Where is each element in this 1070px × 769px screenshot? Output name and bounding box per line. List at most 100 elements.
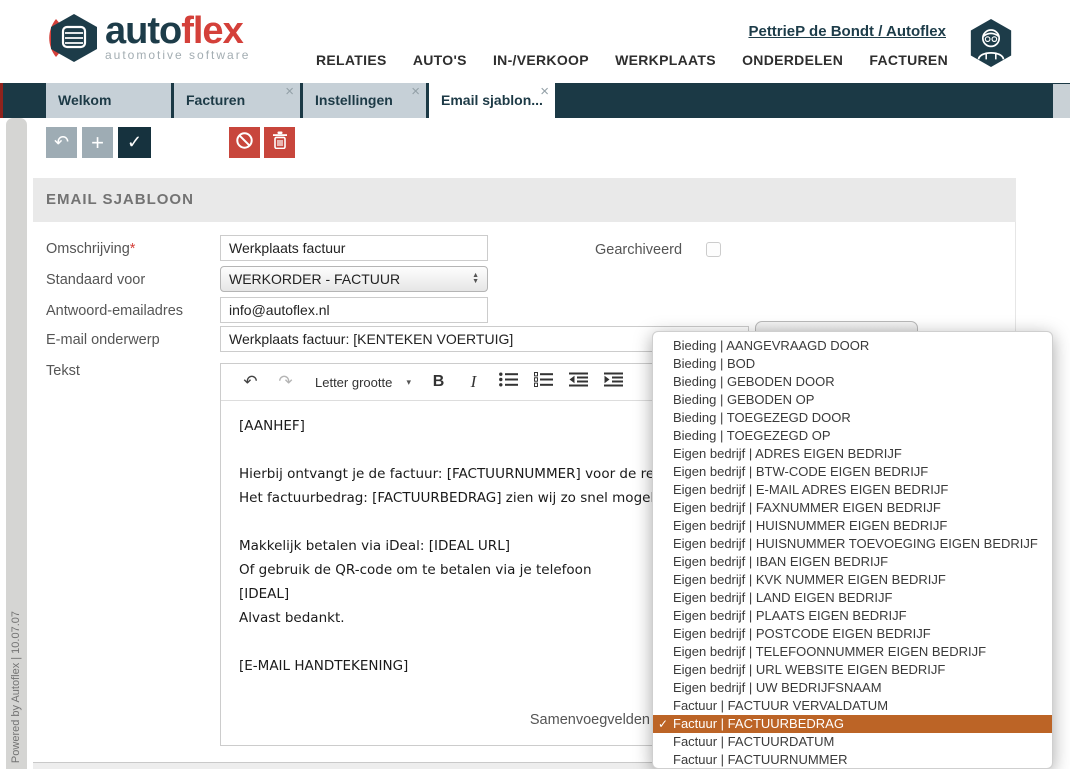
dropdown-option-factuur-factuur-vervaldatum[interactable]: Factuur | FACTUUR VERVALDATUM (653, 697, 1052, 715)
tekst-label: Tekst (46, 363, 80, 379)
record-danger-actions (229, 127, 295, 158)
dropdown-option-eigen-bedrijf-e-mail-adres-eigen-bedrijf[interactable]: Eigen bedrijf | E-MAIL ADRES EIGEN BEDRI… (653, 481, 1052, 499)
trash-icon (272, 131, 288, 154)
editor-undo-button[interactable]: ↶ (233, 364, 268, 400)
bold-icon: B (433, 373, 445, 391)
dropdown-option-factuur-factuurnummer[interactable]: Factuur | FACTUURNUMMER (653, 751, 1052, 769)
select-arrows-icon: ▲▼ (472, 273, 479, 285)
dropdown-option-eigen-bedrijf-btw-code-eigen-bedrijf[interactable]: Eigen bedrijf | BTW-CODE EIGEN BEDRIJF (653, 463, 1052, 481)
main-nav: RELATIES AUTO'S IN-/VERKOOP WERKPLAATS ONDER… (316, 52, 948, 68)
dropdown-option-label: Factuur | FACTUUR VERVALDATUM (673, 698, 888, 713)
tab-bar: WelkomFacturen×Instellingen×Email sjablo… (0, 83, 1070, 118)
dropdown-option-bieding-bod[interactable]: Bieding | BOD (653, 355, 1052, 373)
tab-welkom[interactable]: Welkom (46, 83, 171, 118)
dropdown-option-eigen-bedrijf-huisnummer-toevoeging-eigen-bedrijf[interactable]: Eigen bedrijf | HUISNUMMER TOEVOEGING EI… (653, 535, 1052, 553)
logo-text: autoflex automotive software (105, 12, 250, 62)
numbered-list-button[interactable] (526, 364, 561, 400)
required-asterisk: * (130, 241, 136, 257)
standaard-voor-value: WERKORDER - FACTUUR (229, 271, 400, 287)
dropdown-option-label: Eigen bedrijf | BTW-CODE EIGEN BEDRIJF (673, 464, 928, 479)
dropdown-option-label: Eigen bedrijf | PLAATS EIGEN BEDRIJF (673, 608, 907, 623)
dropdown-option-label: Eigen bedrijf | E-MAIL ADRES EIGEN BEDRI… (673, 482, 948, 497)
dropdown-option-label: Eigen bedrijf | TELEFOONNUMMER EIGEN BED… (673, 644, 986, 659)
dropdown-option-eigen-bedrijf-land-eigen-bedrijf[interactable]: Eigen bedrijf | LAND EIGEN BEDRIJF (653, 589, 1052, 607)
dropdown-option-label: Eigen bedrijf | UW BEDRIJFSNAAM (673, 680, 882, 695)
back-button[interactable]: ↶ (46, 127, 77, 158)
user-avatar[interactable] (967, 18, 1015, 73)
dropdown-option-eigen-bedrijf-url-website-eigen-bedrijf[interactable]: Eigen bedrijf | URL WEBSITE EIGEN BEDRIJ… (653, 661, 1052, 679)
tab-instellingen[interactable]: Instellingen× (303, 83, 426, 118)
close-icon[interactable]: × (411, 83, 420, 100)
left-version-strip: Powered by Autoflex | 10.07.07 (6, 118, 27, 769)
delete-button[interactable] (264, 127, 295, 158)
dropdown-option-eigen-bedrijf-faxnummer-eigen-bedrijf[interactable]: Eigen bedrijf | FAXNUMMER EIGEN BEDRIJF (653, 499, 1052, 517)
italic-button[interactable]: I (456, 364, 491, 400)
user-account-link[interactable]: PettrieP de Bondt / Autoflex (748, 23, 946, 40)
nav-item-werkplaats[interactable]: WERKPLAATS (615, 52, 716, 68)
save-button[interactable]: ✓ (118, 127, 151, 158)
dropdown-option-label: Bieding | GEBODEN DOOR (673, 374, 835, 389)
dropdown-option-label: Eigen bedrijf | HUISNUMMER TOEVOEGING EI… (673, 536, 1038, 551)
dropdown-option-bieding-geboden-op[interactable]: Bieding | GEBODEN OP (653, 391, 1052, 409)
font-size-label: Letter grootte (315, 375, 392, 390)
samenvoegvelden-label: Samenvoegvelden (440, 712, 650, 728)
dropdown-option-eigen-bedrijf-plaats-eigen-bedrijf[interactable]: Eigen bedrijf | PLAATS EIGEN BEDRIJF (653, 607, 1052, 625)
dropdown-option-eigen-bedrijf-adres-eigen-bedrijf[interactable]: Eigen bedrijf | ADRES EIGEN BEDRIJF (653, 445, 1052, 463)
dropdown-option-eigen-bedrijf-iban-eigen-bedrijf[interactable]: Eigen bedrijf | IBAN EIGEN BEDRIJF (653, 553, 1052, 571)
dropdown-option-eigen-bedrijf-kvk-nummer-eigen-bedrijf[interactable]: Eigen bedrijf | KVK NUMMER EIGEN BEDRIJF (653, 571, 1052, 589)
dropdown-option-eigen-bedrijf-uw-bedrijfsnaam[interactable]: Eigen bedrijf | UW BEDRIJFSNAAM (653, 679, 1052, 697)
dropdown-option-bieding-toegezegd-op[interactable]: Bieding | TOEGEZEGD OP (653, 427, 1052, 445)
dropdown-option-eigen-bedrijf-postcode-eigen-bedrijf[interactable]: Eigen bedrijf | POSTCODE EIGEN BEDRIJF (653, 625, 1052, 643)
gearchiveerd-checkbox[interactable] (706, 242, 721, 257)
numbered-list-icon (534, 372, 553, 392)
tab-facturen[interactable]: Facturen× (174, 83, 300, 118)
dropdown-option-label: Factuur | FACTUURBEDRAG (673, 716, 844, 731)
dropdown-option-eigen-bedrijf-telefoonnummer-eigen-bedrijf[interactable]: Eigen bedrijf | TELEFOONNUMMER EIGEN BED… (653, 643, 1052, 661)
omschrijving-input[interactable] (220, 235, 488, 261)
dropdown-option-label: Factuur | FACTUURNUMMER (673, 752, 848, 767)
nav-item-facturen[interactable]: FACTUREN (869, 52, 948, 68)
tab-email-sjablon[interactable]: Email sjablon...× (429, 83, 555, 118)
page: autoflex automotive software RELATIES AUT… (0, 0, 1070, 769)
redo-icon: ↷ (278, 372, 292, 392)
nav-item-auto-s[interactable]: AUTO'S (413, 52, 467, 68)
tabbar-scroll-button[interactable] (1053, 84, 1070, 118)
tab-strip: WelkomFacturen×Instellingen×Email sjablo… (46, 83, 555, 118)
bullet-list-button[interactable] (491, 364, 526, 400)
indent-button[interactable] (596, 364, 631, 400)
indent-icon (604, 372, 623, 392)
section-header: EMAIL SJABLOON (33, 178, 1016, 222)
dropdown-option-label: Eigen bedrijf | POSTCODE EIGEN BEDRIJF (673, 626, 931, 641)
undo-icon: ↶ (243, 372, 257, 392)
font-size-dropdown[interactable]: Letter grootte ▾ (303, 364, 421, 400)
autoflex-logo: autoflex automotive software (44, 12, 250, 69)
section-title: EMAIL SJABLOON (46, 191, 194, 208)
nav-item-relaties[interactable]: RELATIES (316, 52, 387, 68)
dropdown-option-label: Eigen bedrijf | ADRES EIGEN BEDRIJF (673, 446, 902, 461)
close-icon[interactable]: × (540, 83, 549, 100)
editor-redo-button[interactable]: ↷ (268, 364, 303, 400)
cancel-button[interactable] (229, 127, 260, 158)
header: autoflex automotive software RELATIES AUT… (0, 0, 1070, 83)
dropdown-option-label: Bieding | TOEGEZEGD OP (673, 428, 831, 443)
nav-item-onderdelen[interactable]: ONDERDELEN (742, 52, 843, 68)
dropdown-option-label: Eigen bedrijf | URL WEBSITE EIGEN BEDRIJ… (673, 662, 945, 677)
outdent-button[interactable] (561, 364, 596, 400)
dropdown-option-bieding-aangevraagd-door[interactable]: Bieding | AANGEVRAAGD DOOR (653, 337, 1052, 355)
dropdown-option-bieding-toegezegd-door[interactable]: Bieding | TOEGEZEGD DOOR (653, 409, 1052, 427)
gearchiveerd-label: Gearchiveerd (595, 242, 682, 258)
plus-icon: + (91, 130, 104, 156)
dropdown-option-label: Bieding | TOEGEZEGD DOOR (673, 410, 851, 425)
add-button[interactable]: + (82, 127, 113, 158)
dropdown-option-eigen-bedrijf-huisnummer-eigen-bedrijf[interactable]: Eigen bedrijf | HUISNUMMER EIGEN BEDRIJF (653, 517, 1052, 535)
bold-button[interactable]: B (421, 364, 456, 400)
close-icon[interactable]: × (285, 83, 294, 100)
dropdown-option-bieding-geboden-door[interactable]: Bieding | GEBODEN DOOR (653, 373, 1052, 391)
dropdown-option-factuur-factuurbedrag[interactable]: ✓Factuur | FACTUURBEDRAG (653, 715, 1052, 733)
dropdown-option-label: Eigen bedrijf | KVK NUMMER EIGEN BEDRIJF (673, 572, 946, 587)
dropdown-option-factuur-factuurdatum[interactable]: Factuur | FACTUURDATUM (653, 733, 1052, 751)
standaard-voor-select[interactable]: WERKORDER - FACTUUR ▲▼ (220, 266, 488, 292)
nav-item-in-verkoop[interactable]: IN-/VERKOOP (493, 52, 589, 68)
powered-by-text: Powered by Autoflex | 10.07.07 (10, 611, 22, 763)
antwoord-emailadres-input[interactable] (220, 297, 488, 323)
